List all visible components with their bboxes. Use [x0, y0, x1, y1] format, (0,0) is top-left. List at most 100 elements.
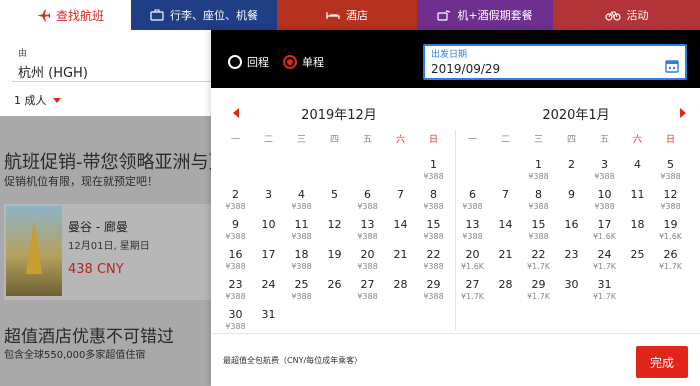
calendar-day[interactable]: 5: [318, 188, 351, 218]
calendar-day[interactable]: 13 ¥388: [351, 218, 384, 248]
calendar-day[interactable]: 31 ¥1.7K: [588, 278, 621, 308]
calendar-day[interactable]: 8 ¥388: [417, 188, 450, 218]
tab-activities[interactable]: 活动: [553, 0, 700, 30]
calendar-day[interactable]: 18 ¥388: [285, 248, 318, 278]
calendar-day[interactable]: 16: [555, 218, 588, 248]
calendar-day[interactable]: 19: [318, 248, 351, 278]
calendar-day[interactable]: 20 ¥388: [351, 248, 384, 278]
calendar-day[interactable]: 23: [555, 248, 588, 278]
calendar-day[interactable]: 4: [621, 158, 654, 188]
departure-date-label: 出发日期: [431, 50, 468, 60]
empty-cell: [219, 158, 252, 188]
calendar-day[interactable]: 23 ¥388: [219, 278, 252, 308]
departure-date-value: 2019/09/29: [431, 62, 501, 76]
calendar-day[interactable]: 22 ¥1.7K: [522, 248, 555, 278]
origin-field[interactable]: 由 杭州 (HGH): [12, 44, 227, 82]
calendar-day[interactable]: 10 ¥388: [588, 188, 621, 218]
calendar-icon[interactable]: [665, 58, 679, 77]
calendar-day[interactable]: 2: [555, 158, 588, 188]
calendar-day[interactable]: 14: [489, 218, 522, 248]
calendar-day[interactable]: 26 ¥1.7K: [654, 248, 687, 278]
calendar-day[interactable]: 21: [489, 248, 522, 278]
calendar-day[interactable]: 27 ¥388: [351, 278, 384, 308]
calendar-day[interactable]: 17: [252, 248, 285, 278]
calendar-day[interactable]: 26: [318, 278, 351, 308]
trip-type-oneway[interactable]: 单程: [283, 54, 324, 70]
done-button[interactable]: 完成: [636, 346, 688, 378]
day-number: 15: [426, 218, 441, 231]
calendar-day[interactable]: 13 ¥388: [456, 218, 489, 248]
promo-subheading: 促销机位有限，现在就预定吧！: [4, 175, 158, 188]
calendar-day[interactable]: 19 ¥1.6K: [654, 218, 687, 248]
calendar-day[interactable]: 29 ¥1.7K: [522, 278, 555, 308]
tab-find-flights[interactable]: 查找航班: [0, 0, 131, 30]
calendar-day[interactable]: 1 ¥388: [522, 158, 555, 188]
empty-cell: [285, 158, 318, 188]
day-number: 16: [228, 248, 243, 261]
calendar-day[interactable]: 6 ¥388: [351, 188, 384, 218]
tab-hotel[interactable]: 酒店: [277, 0, 417, 30]
calendar-day[interactable]: 20 ¥1.6K: [456, 248, 489, 278]
calendar-day[interactable]: 28: [384, 278, 417, 308]
tab-label: 酒店: [346, 9, 368, 22]
tab-hotel-flight[interactable]: 机+酒假期套餐: [417, 0, 553, 30]
calendar-day[interactable]: 9: [555, 188, 588, 218]
calendar-day[interactable]: 14: [384, 218, 417, 248]
calendar-day[interactable]: 17 ¥1.6K: [588, 218, 621, 248]
passenger-selector[interactable]: 1 成人: [14, 92, 61, 108]
calendar-day[interactable]: 12: [318, 218, 351, 248]
calendar-day[interactable]: 28: [489, 278, 522, 308]
departure-date-field[interactable]: 出发日期 2019/09/29: [423, 44, 687, 80]
trip-type-return[interactable]: 回程: [228, 54, 269, 70]
day-number: 19: [327, 248, 342, 261]
tab-label: 行李、座位、机餐: [170, 9, 258, 22]
calendar-day[interactable]: 1 ¥388: [417, 158, 450, 188]
calendar-day[interactable]: 15 ¥388: [522, 218, 555, 248]
day-number: 11: [630, 188, 645, 201]
calendar-day[interactable]: 16 ¥388: [219, 248, 252, 278]
day-number: 28: [393, 278, 408, 291]
calendar-day[interactable]: 7: [384, 188, 417, 218]
calendar-day[interactable]: 24: [252, 278, 285, 308]
deal-card[interactable]: 曼谷 - 廊曼 12月01日, 星期日 438 CNY: [4, 204, 214, 300]
tab-bundle[interactable]: 行李、座位、机餐: [131, 0, 277, 30]
month-title: 2019年12月: [301, 108, 377, 123]
calendar-day[interactable]: 24 ¥1.7K: [588, 248, 621, 278]
calendar-day[interactable]: 29 ¥388: [417, 278, 450, 308]
calendar-day[interactable]: 21: [384, 248, 417, 278]
calendar-day[interactable]: 8 ¥388: [522, 188, 555, 218]
calendar-day[interactable]: 18: [621, 218, 654, 248]
day-fare: ¥388: [357, 262, 378, 271]
weekday-label: 四: [566, 135, 576, 145]
day-grid: 1 ¥388 2 ¥388 3 4 ¥388 5 6 ¥388 7 8 ¥388 9 ¥388 10 11 ¥38…: [219, 158, 450, 338]
day-number: 20: [465, 248, 480, 261]
calendar-day[interactable]: 12 ¥388: [654, 188, 687, 218]
day-fare: ¥1.6K: [592, 232, 617, 241]
day-number: 24: [597, 248, 612, 261]
airplane-icon: [36, 8, 50, 22]
day-fare: ¥1.6K: [658, 232, 683, 241]
calendar-day[interactable]: 27 ¥1.7K: [456, 278, 489, 308]
calendar-day[interactable]: 5 ¥388: [654, 158, 687, 188]
calendar-day[interactable]: 30: [555, 278, 588, 308]
calendar-day[interactable]: 10: [252, 218, 285, 248]
calendar-day[interactable]: 6 ¥388: [456, 188, 489, 218]
calendar-day[interactable]: 3 ¥388: [588, 158, 621, 188]
day-number: 29: [426, 278, 441, 291]
calendar-day[interactable]: 4 ¥388: [285, 188, 318, 218]
day-number: 27: [360, 278, 375, 291]
calendar-day[interactable]: 25 ¥388: [285, 278, 318, 308]
calendar-day[interactable]: 11: [621, 188, 654, 218]
calendar-day[interactable]: 7: [489, 188, 522, 218]
calendar-day[interactable]: 2 ¥388: [219, 188, 252, 218]
day-number: 17: [261, 248, 276, 261]
day-number: 23: [564, 248, 579, 261]
calendar-day[interactable]: 3: [252, 188, 285, 218]
day-fare: ¥388: [423, 172, 444, 181]
day-fare: ¥1.7K: [526, 292, 551, 301]
calendar-day[interactable]: 15 ¥388: [417, 218, 450, 248]
calendar-day[interactable]: 11 ¥388: [285, 218, 318, 248]
calendar-day[interactable]: 9 ¥388: [219, 218, 252, 248]
calendar-day[interactable]: 22 ¥388: [417, 248, 450, 278]
calendar-day[interactable]: 25: [621, 248, 654, 278]
